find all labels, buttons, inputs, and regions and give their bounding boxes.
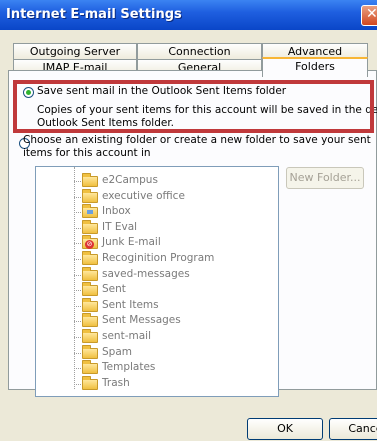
folder-name: Junk E-mail [102,236,161,249]
junk-folder-icon: ⊘ [82,235,98,250]
folder-tree-item[interactable]: e2Campus [74,173,254,189]
folder-name: Inbox [102,205,131,218]
title-bar[interactable]: Internet E-mail Settings ✕ [0,0,377,30]
folder-name: executive office [102,189,185,202]
folder-name: e2Campus [102,174,158,186]
folder-name: IT Eval [102,220,138,233]
tree-branch-line [74,274,81,276]
tree-branch-line [74,243,81,245]
folder-name: saved-messages [102,267,190,280]
folder-name: Recoginition Program [102,252,215,264]
cancel-button[interactable]: Cancel [329,418,377,440]
folder-icon [82,360,98,375]
ok-button[interactable]: OK [247,418,323,440]
folder-icon [82,282,98,297]
tree-branch-line [74,290,81,292]
folder-name: Spam [102,345,132,358]
folder-tree-item[interactable]: Trash [74,375,254,392]
folder-tree-item[interactable]: ⊘ Junk E-mail [74,235,254,251]
folder-icon [82,329,98,343]
inbox-folder-icon [82,204,98,219]
tree-branch-line [74,212,81,214]
folder-tree-item[interactable]: Sent Messages [74,313,254,329]
folder-tree-item[interactable]: saved-messages [74,266,254,283]
tree-branch-line [74,352,81,354]
tree-branch-line [74,305,81,307]
tab-label: Connection [168,45,231,58]
folder-tree-item[interactable]: Spam [74,344,254,361]
tree-branch-line [74,321,81,323]
folder-tree-item[interactable]: Inbox [74,204,254,220]
tab-folders[interactable]: Folders [262,57,368,77]
folder-icon [82,219,98,234]
folder-name: Sent Items [102,298,159,311]
folder-name: Sent Messages [102,314,181,327]
folder-name: Templates [102,361,156,374]
folder-icon [82,375,98,390]
folder-icon [82,313,98,328]
folder-tree-item[interactable]: IT Eval [74,219,254,236]
folder-tree-item[interactable]: executive office [74,188,254,205]
close-button[interactable]: ✕ [361,5,377,26]
close-icon: ✕ [366,6,377,22]
folder-tree-item[interactable]: Templates [74,360,254,376]
tab-label: Outgoing Server [29,45,121,58]
folder-icon [82,251,98,265]
folder-tree-item[interactable]: sent-mail [74,329,254,345]
folder-name: Trash [102,376,130,389]
folder-icon [82,344,98,359]
tree-branch-line [74,259,81,260]
new-folder-button[interactable]: New Folder... [286,167,364,189]
window-title: Internet E-mail Settings [6,7,182,22]
tree-branch-line [74,196,81,198]
tree-branch-line [74,181,81,182]
folder-tree-item[interactable]: Recoginition Program [74,251,254,267]
folder-name: sent-mail [102,330,151,342]
folder-icon [82,266,98,281]
folder-tree-item[interactable]: Sent [74,282,254,298]
folder-tree-item[interactable]: Sent Items [74,297,254,314]
folder-icon [82,297,98,312]
folder-icon [82,173,98,187]
highlight-annotation-box [13,80,374,133]
tree-branch-line [74,368,81,370]
folder-icon [82,188,98,203]
folder-tree[interactable]: e2Campus executive office Inbox IT Eval ⊘ Jun… [35,166,279,397]
tree-branch-line [74,383,81,385]
tree-branch-line [74,337,81,338]
choose-folder-label-line1[interactable]: Choose an existing folder or create a ne… [23,134,371,146]
internet-email-settings-dialog: Internet E-mail Settings ✕ Outgoing Serv… [0,0,377,441]
tree-branch-line [74,227,81,229]
blocked-icon: ⊘ [85,240,94,250]
tab-label: Folders [295,60,335,73]
inbox-mark-icon [87,210,93,215]
folder-name: Sent [102,283,126,296]
choose-folder-label-line2[interactable]: items for this account in [23,147,151,159]
